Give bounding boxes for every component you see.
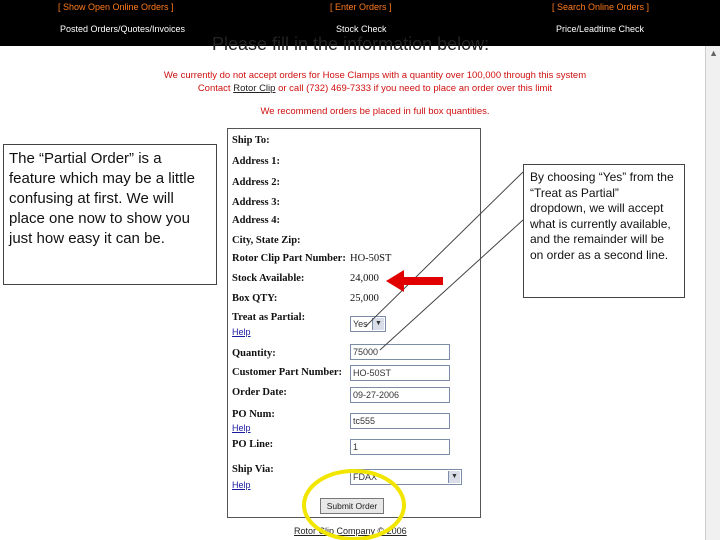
submit-highlight-circle bbox=[302, 469, 406, 540]
red-arrow-icon bbox=[386, 270, 443, 292]
annotation-overlay bbox=[302, 171, 524, 540]
pointer-line-to-select bbox=[364, 171, 524, 328]
